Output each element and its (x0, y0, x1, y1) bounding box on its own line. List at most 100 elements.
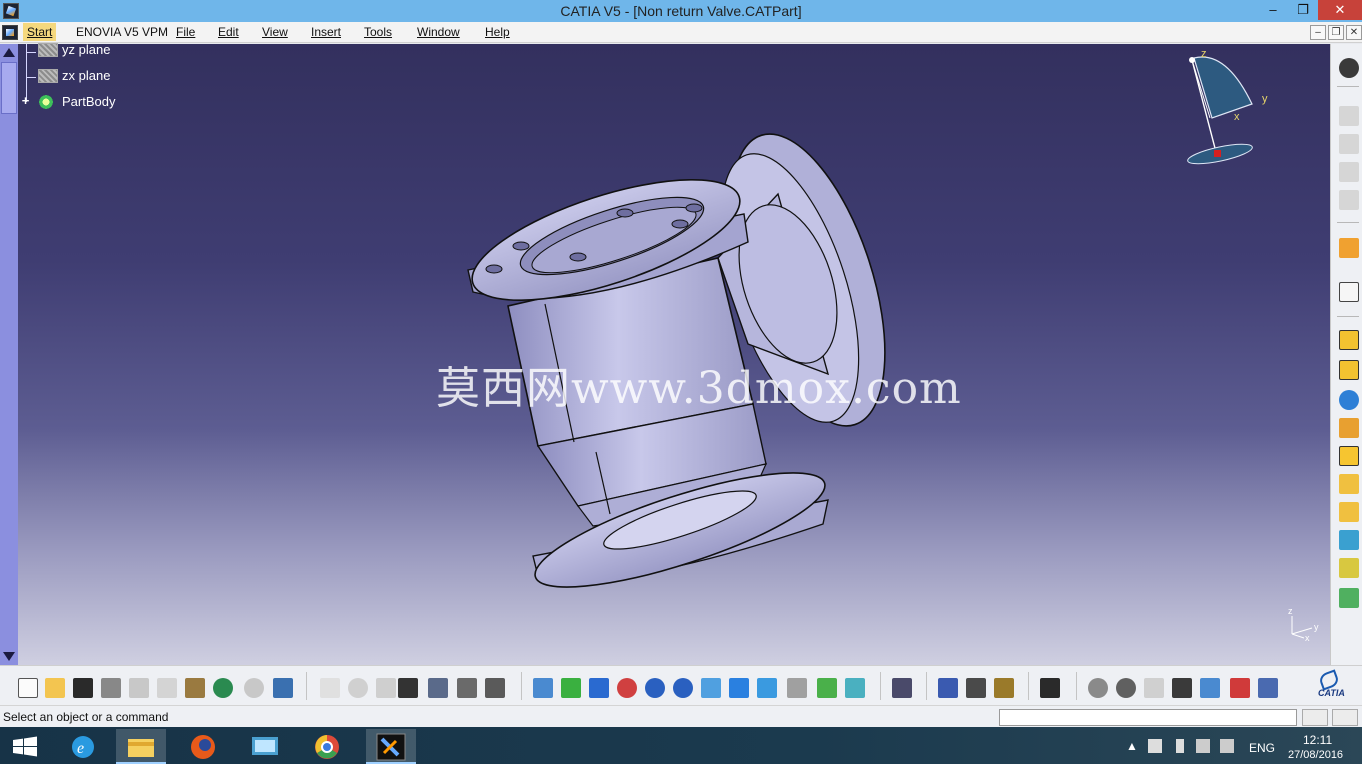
zoom-out-icon[interactable] (673, 678, 693, 698)
right-toolbar (1330, 44, 1362, 665)
sketch-tool-icon[interactable] (1339, 106, 1359, 126)
open-folder-icon[interactable] (45, 678, 65, 698)
save-icon[interactable] (73, 678, 93, 698)
capture-icon[interactable] (1040, 678, 1060, 698)
gear-icon[interactable] (1339, 58, 1359, 78)
scroll-up-arrow-icon[interactable] (3, 48, 15, 57)
document-icon[interactable] (2, 25, 18, 40)
mdi-close-button[interactable]: ✕ (1346, 25, 1362, 40)
whats-this-icon[interactable] (273, 678, 293, 698)
hide-show-icon[interactable] (817, 678, 837, 698)
pocket-icon[interactable] (1339, 360, 1359, 380)
menu-window[interactable]: Window (417, 25, 460, 39)
menu-view[interactable]: View (262, 25, 288, 39)
dress-up-icon[interactable] (1088, 678, 1108, 698)
menu-tools[interactable]: Tools (364, 25, 392, 39)
fillet-icon[interactable] (1339, 474, 1359, 494)
swap-space-icon[interactable] (845, 678, 865, 698)
close-button[interactable]: ✕ (1318, 0, 1362, 20)
network-icon[interactable] (1196, 739, 1210, 753)
menu-help[interactable]: Help (485, 25, 510, 39)
law-icon[interactable] (376, 678, 396, 698)
windows-start-button[interactable] (0, 729, 50, 764)
firefox-icon[interactable] (178, 729, 228, 764)
catalog-icon[interactable] (428, 678, 448, 698)
menu-insert[interactable]: Insert (311, 25, 341, 39)
measure-icon[interactable] (485, 678, 505, 698)
pad-icon[interactable] (1339, 330, 1359, 350)
chamfer-icon[interactable] (1339, 502, 1359, 522)
grid-icon[interactable] (1258, 678, 1278, 698)
draft-icon[interactable] (1339, 530, 1359, 550)
redo-icon[interactable] (244, 678, 264, 698)
update-icon[interactable] (892, 678, 912, 698)
chrome-icon[interactable] (302, 729, 352, 764)
hole-icon[interactable] (1339, 418, 1359, 438)
print-icon[interactable] (101, 678, 121, 698)
measure-inertia-icon[interactable] (994, 678, 1014, 698)
undo-icon[interactable] (213, 678, 233, 698)
tray-expand-icon[interactable]: ▲ (1126, 739, 1138, 753)
internet-explorer-icon[interactable]: e (58, 729, 108, 764)
fly-mode-icon[interactable] (533, 678, 553, 698)
multi-view-icon[interactable] (729, 678, 749, 698)
sketch-tool-icon[interactable] (1339, 162, 1359, 182)
battery-icon[interactable] (1176, 739, 1184, 753)
knowledge-advisor-icon[interactable] (348, 678, 368, 698)
instantiate-icon[interactable] (457, 678, 477, 698)
cut-icon[interactable] (129, 678, 149, 698)
scroll-thumb[interactable] (1, 62, 17, 114)
command-input[interactable] (999, 709, 1297, 726)
file-explorer-icon[interactable] (116, 729, 166, 764)
scroll-down-arrow-icon[interactable] (3, 652, 15, 661)
measure-between-icon[interactable] (938, 678, 958, 698)
command-minimize-button[interactable] (1302, 709, 1328, 726)
mdi-restore-button[interactable]: ❐ (1328, 25, 1344, 40)
menu-edit[interactable]: Edit (218, 25, 239, 39)
action-center-icon[interactable] (1148, 739, 1162, 753)
copy-icon[interactable] (157, 678, 177, 698)
select-arrow-icon[interactable] (1339, 238, 1359, 258)
clock-date[interactable]: 27/08/2016 (1288, 749, 1343, 761)
compass-icon[interactable]: z y x (1174, 46, 1274, 176)
language-indicator[interactable]: ENG (1249, 741, 1275, 755)
sketch-tool-icon[interactable] (1339, 190, 1359, 210)
clock-time[interactable]: 12:11 (1303, 733, 1332, 747)
catia-taskbar-icon[interactable] (366, 729, 416, 764)
axis-system-icon[interactable] (1144, 678, 1164, 698)
snap-to-point-icon[interactable] (1230, 678, 1250, 698)
menu-start[interactable]: Start (23, 23, 57, 41)
status-message: Select an object or a command (3, 710, 169, 724)
menu-enovia[interactable]: ENOVIA V5 VPM (76, 25, 168, 39)
normal-view-icon[interactable] (701, 678, 721, 698)
new-file-icon[interactable] (18, 678, 38, 698)
menu-file[interactable]: File (176, 25, 195, 39)
sketcher-icon[interactable] (1339, 282, 1359, 302)
shading-icon[interactable] (787, 678, 807, 698)
work-on-support-icon[interactable] (1200, 678, 1220, 698)
zoom-in-icon[interactable] (645, 678, 665, 698)
rotate-icon[interactable] (617, 678, 637, 698)
remote-desktop-icon[interactable] (240, 729, 290, 764)
shaft-icon[interactable] (1339, 390, 1359, 410)
expand-plus-icon[interactable]: + (20, 94, 31, 107)
command-restore-button[interactable] (1332, 709, 1358, 726)
mdi-minimize-button[interactable]: – (1310, 25, 1326, 40)
rib-icon[interactable] (1339, 446, 1359, 466)
design-table-icon[interactable] (398, 678, 418, 698)
snap-icon[interactable] (1172, 678, 1192, 698)
measure-item-icon[interactable] (966, 678, 986, 698)
minimize-button[interactable]: – (1258, 0, 1288, 20)
isometric-view-icon[interactable] (757, 678, 777, 698)
fit-all-icon[interactable] (561, 678, 581, 698)
volume-icon[interactable] (1220, 739, 1234, 753)
paste-icon[interactable] (185, 678, 205, 698)
grab-icon[interactable] (1116, 678, 1136, 698)
maximize-button[interactable]: ❐ (1288, 0, 1318, 20)
thickness-icon[interactable] (1339, 588, 1359, 608)
sketch-tool-icon[interactable] (1339, 134, 1359, 154)
formula-icon[interactable] (320, 678, 340, 698)
shell-icon[interactable] (1339, 558, 1359, 578)
pan-icon[interactable] (589, 678, 609, 698)
tree-scrollbar[interactable] (0, 44, 18, 665)
